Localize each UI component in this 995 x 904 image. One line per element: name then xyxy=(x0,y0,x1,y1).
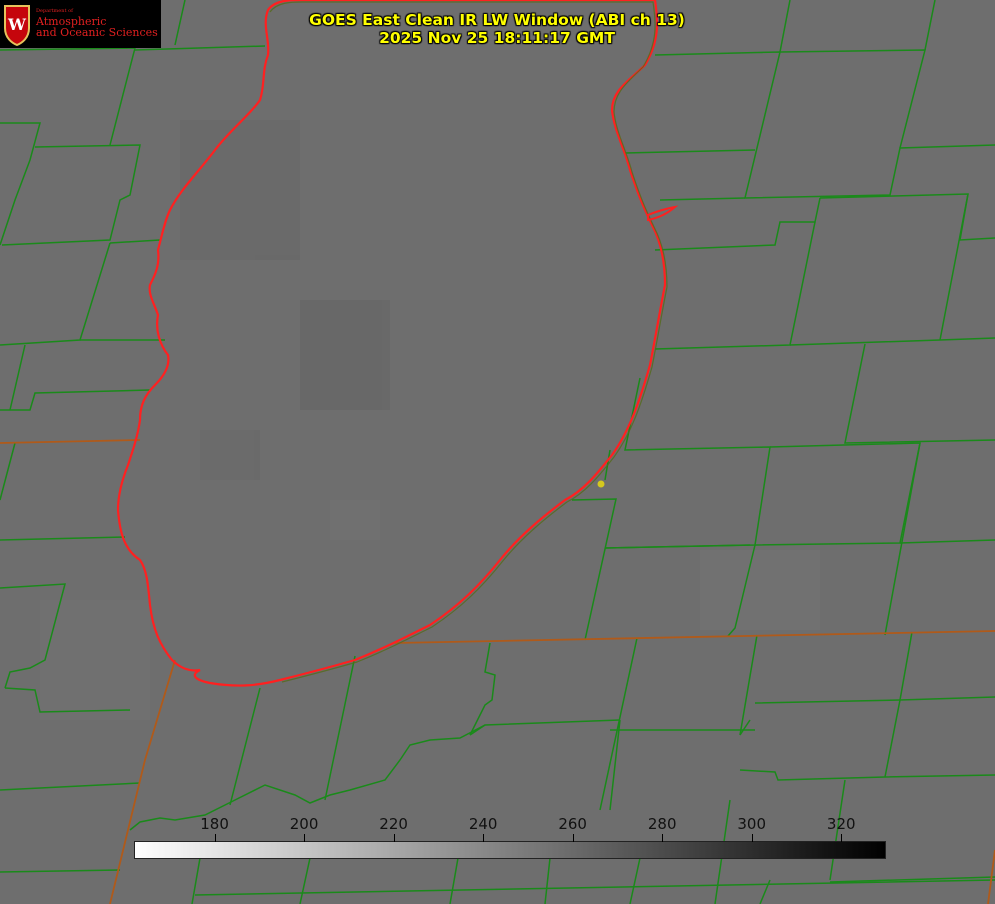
logo-dept: Department of xyxy=(36,8,73,15)
uw-crest-icon: W xyxy=(4,5,30,46)
location-marker xyxy=(597,480,605,488)
uw-aos-logo: W Department of Atmospheric and Oceanic … xyxy=(0,0,161,48)
logo-line-2: and Oceanic Sciences xyxy=(36,26,158,40)
map-background xyxy=(0,0,995,904)
image-title: GOES East Clean IR LW Window (ABI ch 13)… xyxy=(250,11,744,47)
crest-letter: W xyxy=(7,15,27,34)
logo-text: Department of Atmospheric and Oceanic Sc… xyxy=(36,8,158,40)
satellite-map xyxy=(0,0,995,904)
title-line-2: 2025 Nov 25 18:11:17 GMT xyxy=(379,29,615,47)
title-line-1: GOES East Clean IR LW Window (ABI ch 13) xyxy=(309,11,685,29)
